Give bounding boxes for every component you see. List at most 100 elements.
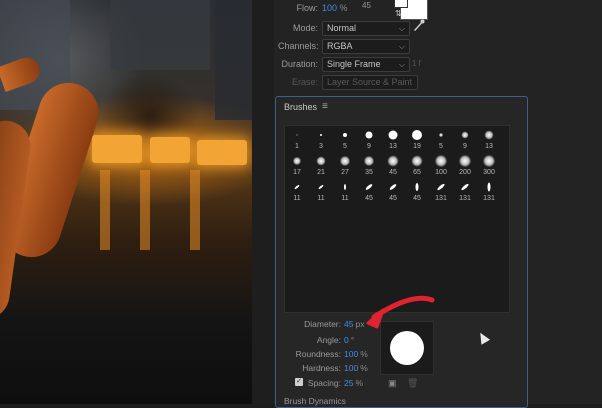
mode-value: Normal [327,23,357,33]
mode-dropdown[interactable]: Normal ⌵ [322,21,410,36]
brush-tip[interactable]: 5 [333,126,357,152]
soft-round-tip-shape [387,155,399,167]
brush-tip[interactable]: 27 [333,152,357,178]
composition-viewer[interactable] [0,0,252,404]
brush-tip-size: 11 [317,195,325,202]
brush-tip-size: 131 [435,195,447,202]
brush-tip-size: 45 [389,169,397,176]
hard-round-tip-shape [343,133,347,137]
brush-tip[interactable]: 13 [477,126,501,152]
duration-value: Single Frame [327,59,381,69]
brush-tip-size: 300 [483,169,495,176]
brush-tip[interactable]: 200 [453,152,477,178]
roundness-value[interactable]: 100% [344,349,368,359]
soft-round-tip-shape [435,155,447,167]
brush-tip-size: 200 [459,169,471,176]
brush-tip[interactable]: 13 [381,126,405,152]
brush-tip-size: 5 [343,143,347,150]
brush-tip[interactable]: 100 [429,152,453,178]
window-light [92,135,142,163]
erase-dropdown: Layer Source & Paint [322,75,418,90]
roundness-number[interactable]: 100 [344,349,358,359]
brush-tip[interactable]: 1 [285,126,309,152]
brush-tip[interactable]: 19 [405,126,429,152]
channels-dropdown[interactable]: RGBA ⌵ [322,39,410,54]
soft-round-tip-shape [316,156,326,166]
brush-tip[interactable]: 131 [453,178,477,204]
mode-label: Mode: [292,23,318,33]
new-brush-icon[interactable]: ▣ [388,378,397,389]
angle-value[interactable]: 0 ° [344,335,354,345]
brush-tips-grid: 1 3 5 9 13 19 5 9 13 17 21 27 35 45 65 1… [284,125,510,313]
brush-preview-dot [390,331,424,365]
brush-tip[interactable]: 35 [357,152,381,178]
hard-round-tip-shape [388,130,398,140]
brush-tip[interactable]: 45 [381,152,405,178]
angle-label: Angle: [316,335,341,345]
trash-icon[interactable]: 🗑 [407,378,418,389]
brush-tip[interactable]: 131 [429,178,453,204]
roundness-label: Roundness: [295,349,341,359]
brush-tip[interactable]: 9 [453,126,477,152]
brush-tip[interactable]: 11 [309,178,333,204]
brush-tip-size: 5 [439,143,443,150]
brush-tip-size: 131 [483,195,495,202]
flow-value[interactable]: 100 % [322,3,348,13]
brush-tip[interactable]: 65 [405,152,429,178]
brush-tip[interactable]: 11 [333,178,357,204]
brush-tip-size: 11 [341,195,349,202]
brush-tip[interactable]: 131 [477,178,501,204]
soft-round-tip-shape [364,156,374,166]
hardness-unit: % [360,363,368,373]
duration-frames[interactable]: 1 f [412,59,421,68]
brush-size-readout: 45 [362,1,371,10]
soft-round-tip-shape [340,156,350,166]
spacing-number[interactable]: 25 [344,378,353,388]
chevron-down-icon: ⌵ [398,42,405,51]
brushes-panel: Brushes ≡ 1 3 5 9 13 19 5 9 13 17 21 27 … [275,96,528,408]
erase-label: Erase: [291,77,318,87]
brush-tip-size: 1 [295,143,299,150]
angle-number[interactable]: 0 [344,335,349,345]
background-color-swatch[interactable] [394,0,408,8]
soft-round-tip-shape [293,157,301,165]
brush-tip-size: 35 [365,169,373,176]
brush-tip-size: 21 [317,169,325,176]
brush-dynamics-section-title[interactable]: Brush Dynamics [284,396,346,406]
angled-tip-shape [318,184,324,190]
soft-round-tip-shape [439,133,443,137]
brush-tip[interactable]: 11 [285,178,309,204]
duration-label: Duration: [281,59,318,69]
hardness-number[interactable]: 100 [344,363,358,373]
hamburger-menu-icon[interactable]: ≡ [322,101,328,112]
brush-tip[interactable]: 45 [357,178,381,204]
brush-tip[interactable]: 45 [405,178,429,204]
diameter-label: Diameter: [304,319,341,329]
eyedropper-icon[interactable] [413,19,425,40]
brush-tip[interactable]: 21 [309,152,333,178]
flow-unit: % [339,3,348,13]
spacing-value[interactable]: 25% [344,378,363,388]
brush-tip-size: 13 [389,143,397,150]
brush-tip[interactable]: 5 [429,126,453,152]
brush-tip[interactable]: 3 [309,126,333,152]
brush-tip[interactable]: 9 [357,126,381,152]
angled-tip-shape [460,182,470,192]
brush-tip-size: 45 [413,195,421,202]
flow-number[interactable]: 100 [322,3,337,13]
brush-tip[interactable]: 45 [381,178,405,204]
hard-round-tip-shape [296,134,298,136]
soft-round-tip-shape [411,155,423,167]
brush-tip-size: 65 [413,169,421,176]
brush-tip[interactable]: 17 [285,152,309,178]
soft-round-tip-shape [459,155,471,167]
brushes-title: Brushes [284,102,318,112]
building-pillar [100,170,110,250]
brush-tip[interactable]: 300 [477,152,501,178]
hardness-value[interactable]: 100% [344,363,368,373]
roundness-unit: % [360,349,368,359]
duration-dropdown[interactable]: Single Frame ⌵ [322,57,410,72]
brush-tip-size: 131 [459,195,471,202]
brush-tip-size: 9 [367,143,371,150]
swap-colors-icon[interactable]: ⇅ [395,9,402,18]
